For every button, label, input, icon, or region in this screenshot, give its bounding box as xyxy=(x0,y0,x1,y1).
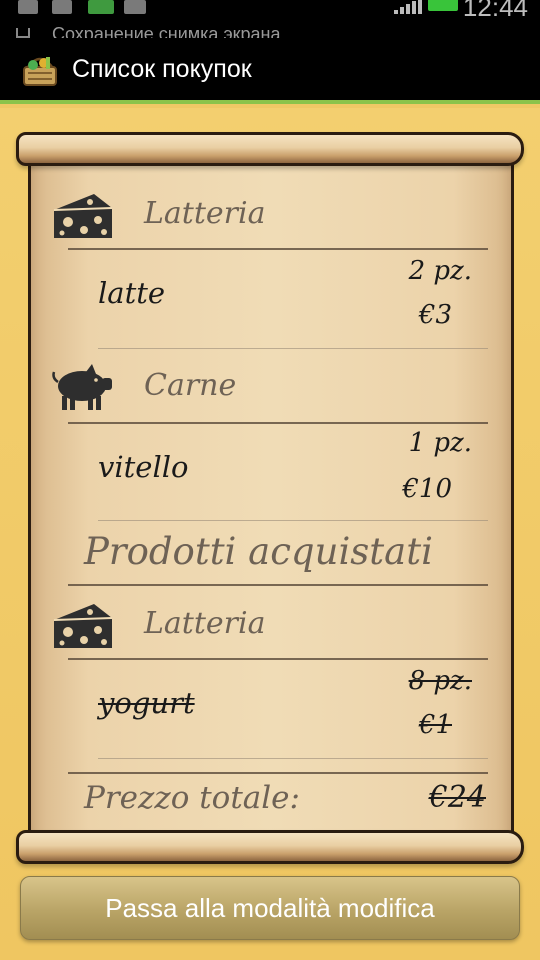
category-label: Latteria xyxy=(144,606,266,641)
shopping-list: Latteria latte 2 pz. €3 Carne vitello 1 … xyxy=(0,0,540,960)
divider xyxy=(98,520,488,521)
category-header: Latteria xyxy=(50,190,490,250)
item-name: yogurt xyxy=(98,686,195,720)
total-value: €24 xyxy=(428,780,486,815)
divider xyxy=(68,584,488,586)
item-quantity: 1 pz. xyxy=(408,428,472,458)
category-label: Latteria xyxy=(144,196,266,231)
divider xyxy=(98,348,488,349)
divider xyxy=(68,772,488,774)
cheese-icon xyxy=(53,604,113,648)
divider xyxy=(68,422,488,424)
divider xyxy=(68,658,488,660)
edit-mode-button[interactable]: Passa alla modalità modifica xyxy=(20,876,520,940)
category-header: Carne xyxy=(50,362,490,422)
item-price: €3 xyxy=(418,300,452,330)
total-label: Prezzo totale: xyxy=(84,780,300,816)
pig-icon xyxy=(52,364,112,410)
cheese-icon xyxy=(53,194,113,238)
item-quantity: 8 pz. xyxy=(408,666,472,696)
divider xyxy=(98,758,488,759)
item-quantity: 2 pz. xyxy=(408,256,472,286)
item-name: latte xyxy=(98,276,166,310)
divider xyxy=(68,248,488,250)
category-label: Carne xyxy=(144,368,237,403)
purchased-section-title: Prodotti acquistati xyxy=(84,530,433,573)
category-header: Latteria xyxy=(50,600,490,660)
item-price: €10 xyxy=(402,474,452,504)
item-price: €1 xyxy=(418,710,452,740)
item-name: vitello xyxy=(98,450,189,484)
